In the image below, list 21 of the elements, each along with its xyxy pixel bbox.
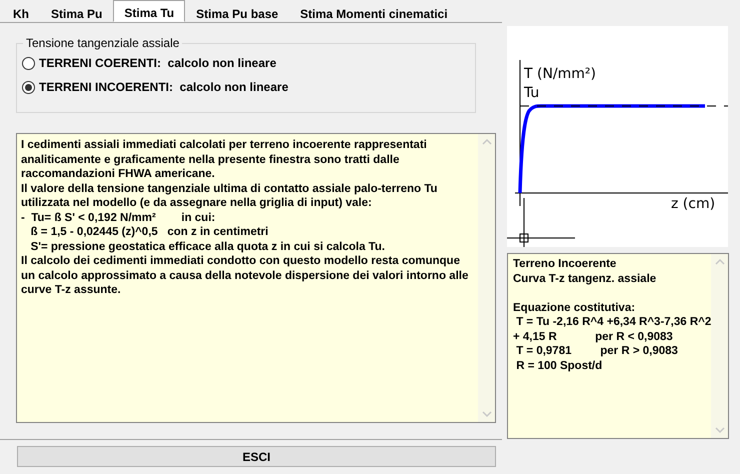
crosshair-icon (507, 198, 576, 247)
radio-button[interactable] (22, 56, 35, 70)
description-text-area[interactable] (16, 133, 496, 423)
radio-button[interactable] (22, 80, 35, 94)
tab[interactable]: Stima Tu (113, 0, 186, 22)
scroll-up-icon[interactable] (714, 258, 724, 266)
y-axis-label: T (N/mm²) (524, 66, 596, 82)
group-title: Tensione tangenziale assiale (23, 36, 182, 50)
radio-label[interactable]: TERRENI INCOERENTI: calcolo non lineare (39, 80, 288, 94)
equation-text-area[interactable]: Terreno Incoerente Curva T-z tangenz. assiale Equazione costitutiva: T = Tu -2,16 R^4 +6,34 R^3-7,36 R^2 + 4,15 R per R < 0,9083 T = 0,9781 per R > 0,9083 R = 100 Spost/d (507, 253, 729, 439)
description-text: I cedimenti assiali immediati calcolati per terreno incoerente rappresentati analiticamente e graficamente nella presente finestra sono tratti dalle raccomandazioni FHWA americane. Il valore della tensione tangenziale ultima di contatto assiale palo-terreno Tu utilizzata nel modello (e da assegnare nella griglia di input) vale: - Tu= ß S' < 0,192 N/mm² in cui: ß = 1,5 - 0,02445 (z)^0,5 con z in centimetri S'= pressione geostatica efficace alla quota z in cui si calcola Tu. Il calcolo dei cedimenti immediati condotto con questo modello resta comunque un calcolo approssimato a causa della notevole dispersione dei valori intorno alle curve T-z assunte. (20, 138, 470, 298)
scroll-up-icon[interactable] (482, 138, 492, 146)
exit-button[interactable]: ESCI (17, 446, 496, 467)
x-axis-label: z (cm) (671, 196, 716, 212)
scrollbar[interactable] (478, 134, 495, 422)
limit-label: Tu (524, 85, 540, 101)
scrollbar[interactable] (711, 254, 728, 438)
scroll-down-icon[interactable] (714, 426, 724, 434)
scroll-down-icon[interactable] (482, 410, 492, 418)
radio-label[interactable]: TERRENI COERENTI: calcolo non lineare (39, 56, 276, 70)
equation-text: Terreno Incoerente Curva T-z tangenz. assiale Equazione costitutiva: T = Tu -2,16 R^4 +6,34 R^3-7,36 R^2 + 4,15 R per R < 0,9083 T = 0,9781 per R > 0,9083 R = 100 Spost/d (512, 257, 711, 374)
